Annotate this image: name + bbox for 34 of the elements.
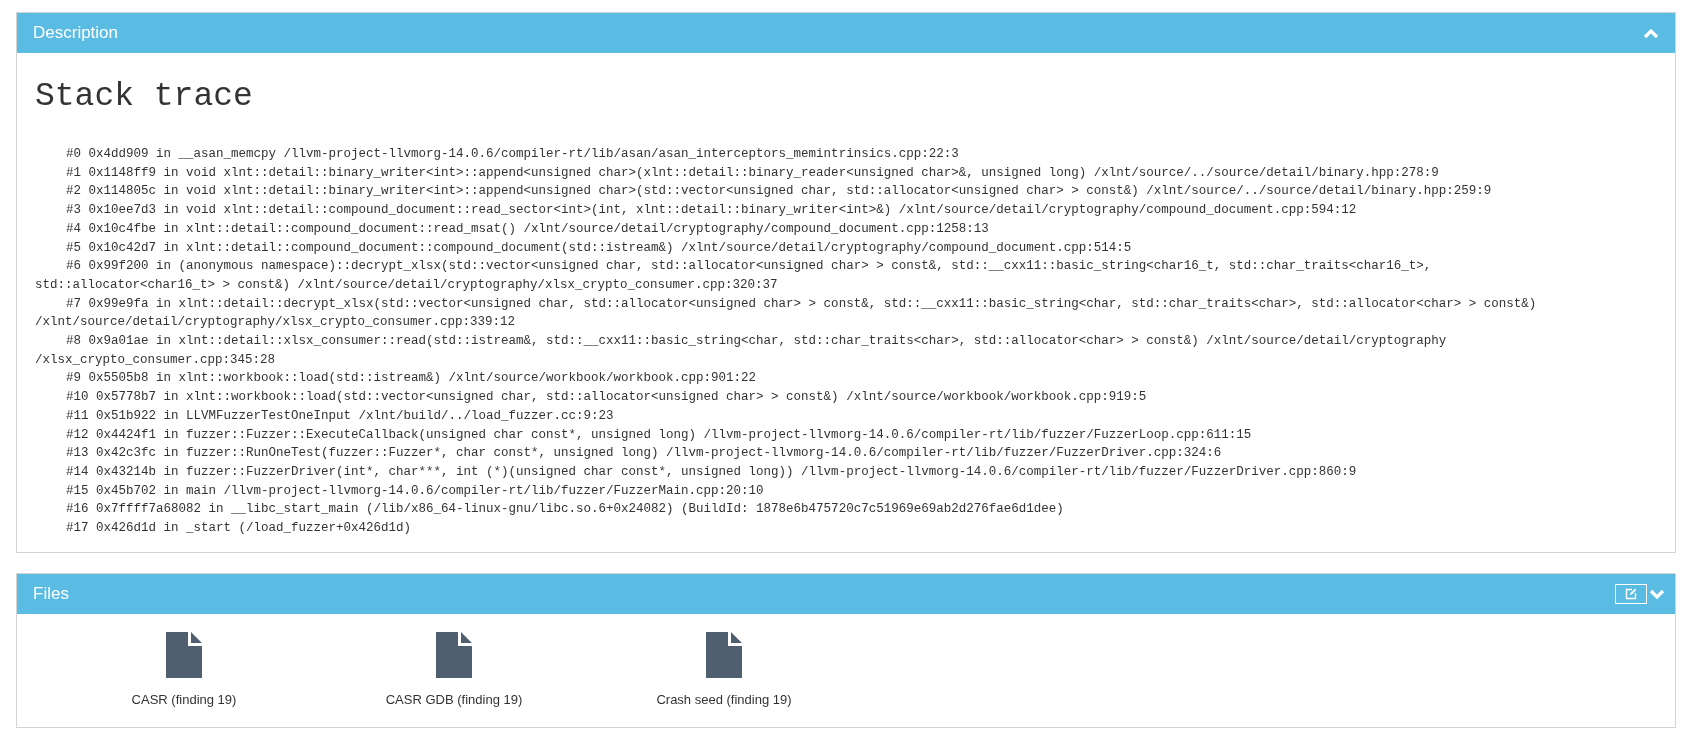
stack-frame-line: #8 0x9a01ae in xlnt::detail::xlsx_consumer::read(std::istream&, std::__cxx11::basic_string<char, std::char_traits<char>, std::allocator<char> > const&) /xlnt/source/detail/cryptography — [65, 333, 1448, 351]
file-link[interactable]: CASR GDB (finding 19) — [319, 631, 589, 710]
file-link[interactable]: CASR (finding 19) — [49, 631, 319, 710]
file-link[interactable]: Crash seed (finding 19) — [589, 631, 859, 710]
file-icon — [436, 631, 472, 678]
file-icon — [706, 631, 742, 678]
stack-frame-line: #7 0x99e9fa in xlnt::detail::decrypt_xlsx(std::vector<unsigned char, std::allocator<unsigned char> > const&, std::__cxx11::basic_string<char, std::char_traits<char>, std::allocator<char> > const&) — [65, 295, 1538, 313]
edit-icon — [1625, 587, 1637, 600]
stack-frame-line: /xlnt/source/detail/cryptography/xlsx_crypto_consumer.cpp:339:12 — [35, 314, 517, 332]
stack-frame-line: #4 0x10c4fbe in xlnt::detail::compound_document::read_msat() /xlnt/source/detail/cryptography/compound_document.cpp:1258:13 — [65, 220, 990, 238]
stack-frame-line: #16 0x7ffff7a68082 in __libc_start_main (/lib/x86_64-linux-gnu/libc.so.6+0x24082) (BuildId: 1878e6b475720c7c51969e69ab2d276fae6d1dee) — [65, 501, 1065, 519]
panel-title: Description — [33, 22, 119, 45]
file-icon — [166, 631, 202, 678]
stack-frame-line: #1 0x1148ff9 in void xlnt::detail::binary_writer<int>::append<unsigned char>(xlnt::detail::binary_reader<unsigned char>&, unsigned long) /xlnt/source/../source/detail/binary.hpp:278:9 — [65, 164, 1440, 182]
chevron-down-icon[interactable] — [1649, 587, 1665, 600]
stack-frame-line: #6 0x99f200 in (anonymous namespace)::decrypt_xlsx(std::vector<unsigned char, std::allocator<unsigned char> > const&, std::__cxx11::basic_string<char16_t, std::char_traits<char16_t>, — [65, 258, 1433, 276]
stack-frame-line: #12 0x4424f1 in fuzzer::Fuzzer::ExecuteCallback(unsigned char const*, unsigned long) /llvm-project-llvmorg-14.0.6/compiler-rt/lib/fuzzer/FuzzerLoop.cpp:611:15 — [65, 426, 1253, 444]
stack-frame-line: #9 0x5505b8 in xlnt::workbook::load(std::istream&) /xlnt/source/workbook/workbook.cpp:901:22 — [65, 370, 758, 388]
panel-title: Files — [33, 583, 69, 605]
stack-frame-line: #14 0x43214b in fuzzer::FuzzerDriver(int*, char***, int (*)(unsigned char const*, unsigned long)) /llvm-project-llvmorg-14.0.6/compiler-rt/lib/fuzzer/FuzzerDriver.cpp:860:9 — [65, 463, 1358, 481]
stack-frame-line: /xlsx_crypto_consumer.cpp:345:28 — [35, 351, 277, 369]
stack-frame-line: #15 0x45b702 in main /llvm-project-llvmorg-14.0.6/compiler-rt/lib/fuzzer/FuzzerMain.cpp:20:10 — [65, 482, 765, 500]
stack-frame-line: #5 0x10c42d7 in xlnt::detail::compound_document::compound_document(std::istream&) /xlnt/source/detail/cryptography/compound_document.cpp:514:5 — [65, 239, 1133, 257]
chevron-up-icon[interactable] — [1643, 27, 1659, 39]
edit-button[interactable] — [1615, 583, 1647, 604]
stack-frame-line: #10 0x5778b7 in xlnt::workbook::load(std::vector<unsigned char, std::allocator<unsigned char> > const&) /xlnt/source/workbook/workbook.cpp:919:5 — [65, 389, 1148, 407]
stack-frame-line: #13 0x42c3fc in fuzzer::RunOneTest(fuzzer::Fuzzer*, char const*, unsigned long) /llvm-project-llvmorg-14.0.6/compiler-rt/lib/fuzzer/FuzzerDriver.cpp:324:6 — [65, 445, 1223, 463]
stack-frame-line: #3 0x10ee7d3 in void xlnt::detail::compound_document::read_sector<int>(int, xlnt::detail::binary_writer<int>&) /xlnt/source/detail/cryptography/compound_document.cpp:594:12 — [65, 202, 1358, 220]
stack-frame-line: #2 0x114805c in void xlnt::detail::binary_writer<int>::append<unsigned char>(std::vector<unsigned char, std::allocator<unsigned char> > const&) /xlnt/source/../source/detail/binary.hpp:259:9 — [65, 183, 1493, 201]
stack-frame-line: #17 0x426d1d in _start (/load_fuzzer+0x426d1d) — [65, 520, 413, 538]
stack-frame-line: #0 0x4dd909 in __asan_memcpy /llvm-project-llvmorg-14.0.6/compiler-rt/lib/asan/asan_interceptors_memintrinsics.cpp:22:3 — [65, 146, 960, 163]
stack-frame-line: std::allocator<char16_t> > const&) /xlnt/source/detail/cryptography/xlsx_crypto_consumer.cpp:320:37 — [35, 276, 779, 294]
stack-frame-line: #11 0x51b922 in LLVMFuzzerTestOneInput /xlnt/build/../load_fuzzer.cc:9:23 — [65, 407, 615, 425]
stack-trace-heading: Stack trace — [35, 77, 254, 117]
